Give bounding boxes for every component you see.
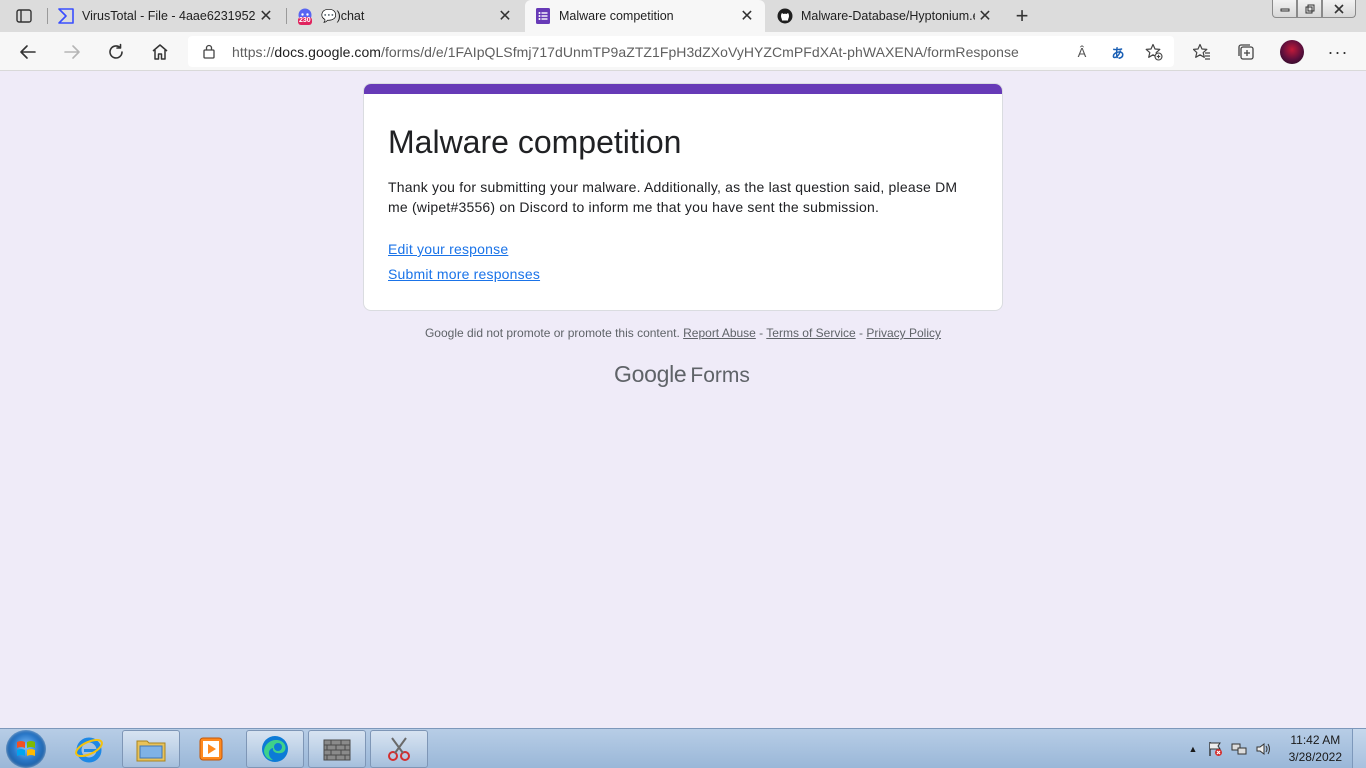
windows-taskbar: ▲ 11:42 AM 3/28/2022 — [0, 728, 1366, 768]
report-abuse-link[interactable]: Report Abuse — [683, 326, 756, 340]
logo-forms-text: Forms — [690, 364, 750, 387]
notification-badge: 230 — [298, 17, 312, 25]
tab-title: 💬)chat — [321, 8, 365, 23]
clock-date: 3/28/2022 — [1288, 750, 1342, 764]
edge-icon[interactable] — [246, 730, 304, 768]
form-response-card: Malware competition Thank you for submit… — [363, 83, 1003, 311]
footer-separator: - — [755, 326, 767, 340]
show-desktop-button[interactable] — [1352, 729, 1366, 768]
terms-of-service-link[interactable]: Terms of Service — [766, 326, 855, 340]
tab-actions-icon[interactable] — [10, 6, 38, 26]
tab-malware-competition[interactable]: Malware competition ✕ — [525, 0, 765, 32]
home-icon — [152, 44, 168, 60]
url-host: docs.google.com — [274, 44, 382, 60]
virustotal-icon — [58, 8, 74, 24]
minimize-button[interactable] — [1272, 0, 1297, 18]
url-prefix: https:// — [232, 44, 275, 60]
address-bar[interactable]: https://docs.google.com/forms/d/e/1FAIpQ… — [188, 36, 1174, 67]
close-icon[interactable]: ✕ — [495, 6, 515, 26]
firewall-icon[interactable] — [308, 730, 366, 768]
close-window-button[interactable] — [1322, 0, 1356, 18]
google-forms-logo[interactable]: Google Forms — [614, 361, 750, 388]
privacy-policy-link[interactable]: Privacy Policy — [866, 326, 941, 340]
chat-app-icon: 230 — [297, 8, 313, 25]
close-icon[interactable]: ✕ — [975, 6, 995, 26]
google-forms-icon — [535, 8, 551, 24]
media-player-icon[interactable] — [182, 730, 240, 768]
snipping-tool-icon[interactable] — [370, 730, 428, 768]
confirmation-message: Thank you for submitting your malware. A… — [388, 179, 958, 215]
close-icon[interactable]: ✕ — [737, 6, 757, 26]
close-icon[interactable]: ✕ — [256, 6, 276, 26]
action-center-flag-icon[interactable] — [1206, 740, 1224, 758]
internet-explorer-icon[interactable] — [60, 730, 118, 768]
forward-arrow-icon — [64, 45, 80, 59]
network-icon[interactable] — [1230, 740, 1248, 758]
tab-github[interactable]: Malware-Database/Hyptonium.e ✕ — [767, 0, 1003, 32]
window-controls — [1272, 0, 1356, 18]
read-aloud-icon[interactable]: Â — [1070, 40, 1094, 64]
edit-response-link[interactable]: Edit your response — [388, 241, 508, 257]
github-icon — [777, 8, 793, 24]
form-footer: Google did not promote or promote this c… — [363, 326, 1003, 340]
form-accent-bar — [364, 84, 1002, 94]
logo-google-text: Google — [614, 361, 687, 387]
tab-strip: VirusTotal - File - 4aae62319528 ✕ 230 💬… — [0, 0, 1366, 32]
submit-more-responses-link[interactable]: Submit more responses — [388, 266, 540, 282]
tab-title: Malware-Database/Hyptonium.e — [801, 9, 975, 23]
home-button[interactable] — [146, 38, 174, 66]
url-text[interactable]: https://docs.google.com/forms/d/e/1FAIpQ… — [232, 44, 1019, 60]
new-tab-button[interactable]: + — [1010, 3, 1034, 28]
start-button[interactable] — [6, 730, 46, 768]
back-arrow-icon — [20, 45, 36, 59]
more-menu-icon[interactable]: ··· — [1326, 40, 1350, 64]
add-favorite-icon[interactable] — [1142, 40, 1166, 64]
tab-chat[interactable]: 230 💬)chat ✕ — [287, 0, 523, 32]
volume-icon[interactable] — [1254, 740, 1272, 758]
disclaimer-text: Google did not promote or promote this c… — [424, 326, 680, 340]
profile-avatar[interactable] — [1280, 40, 1304, 64]
tab-virustotal[interactable]: VirusTotal - File - 4aae62319528 ✕ — [48, 0, 284, 32]
favorites-icon[interactable] — [1190, 40, 1214, 64]
system-clock[interactable]: 11:42 AM 3/28/2022 — [1289, 732, 1342, 766]
refresh-icon — [109, 43, 123, 59]
back-button[interactable] — [14, 38, 42, 66]
windows-logo-icon — [17, 741, 35, 756]
tab-title: Malware competition — [559, 9, 674, 23]
footer-separator: - — [855, 326, 867, 340]
restore-button[interactable] — [1297, 0, 1322, 18]
lock-icon[interactable] — [202, 44, 216, 64]
refresh-button[interactable] — [102, 38, 130, 66]
url-path: /forms/d/e/1FAIpQLSfmj717dUnmTP9aZTZ1FpH… — [381, 44, 1019, 60]
clock-time: 11:42 AM — [1290, 733, 1341, 747]
system-tray: ▲ — [1186, 729, 1272, 768]
translate-icon[interactable]: あ — [1106, 40, 1130, 64]
file-explorer-icon[interactable] — [122, 730, 180, 768]
show-hidden-icons-icon[interactable]: ▲ — [1186, 744, 1200, 754]
browser-toolbar: https://docs.google.com/forms/d/e/1FAIpQ… — [0, 32, 1366, 71]
tab-title: VirusTotal - File - 4aae62319528 — [82, 9, 256, 23]
form-title: Malware competition — [388, 124, 682, 160]
collections-icon[interactable] — [1234, 40, 1258, 64]
forward-button[interactable] — [58, 38, 86, 66]
